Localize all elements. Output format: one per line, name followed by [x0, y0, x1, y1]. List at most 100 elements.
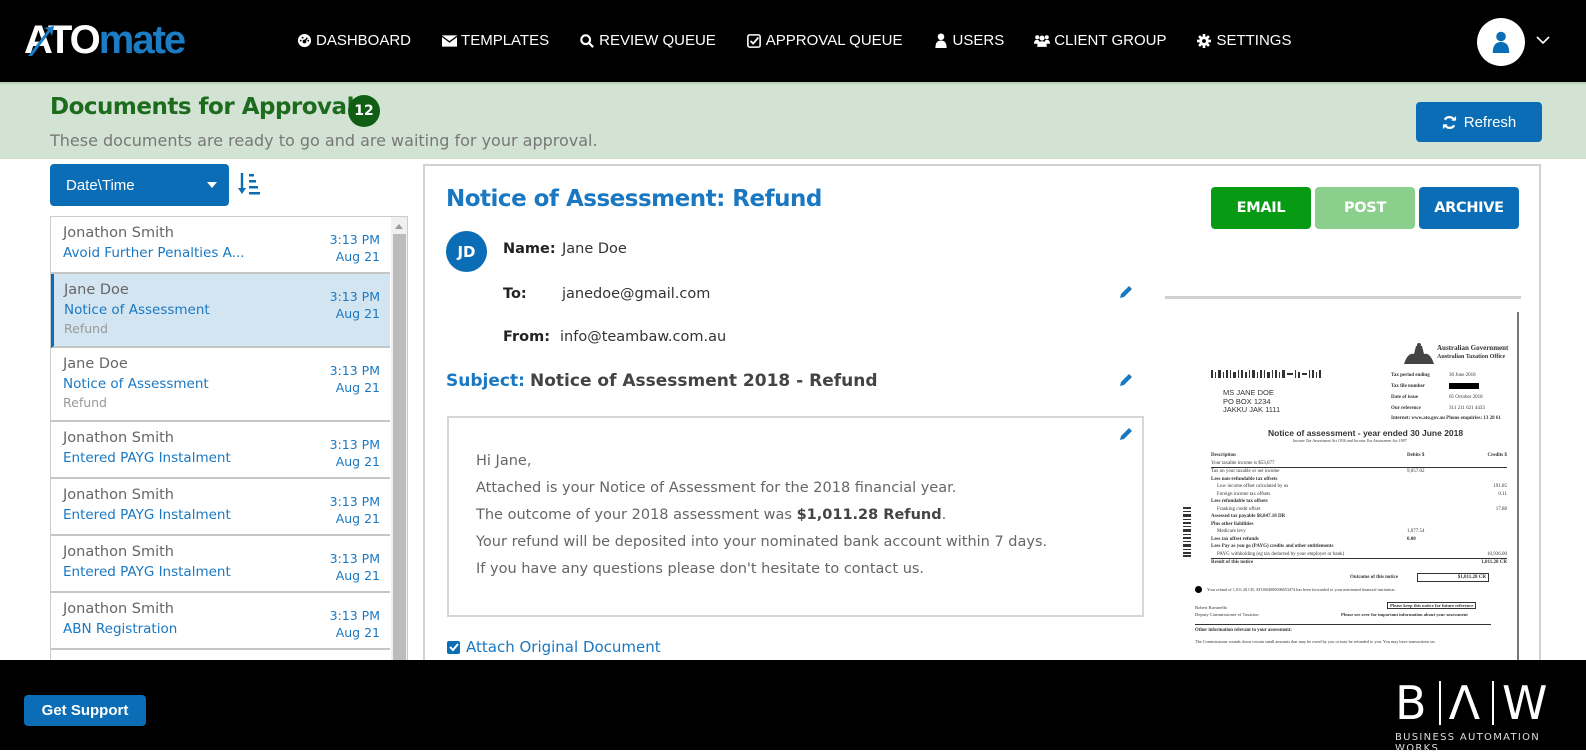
refund-note: Your refund of 1,011.28 CR, ATO004000006… [1207, 587, 1396, 592]
atomate-logo[interactable]: ATO mate [24, 17, 186, 62]
document-subject: Entered PAYG Instalment [63, 450, 231, 466]
assessment-row: Plus other liabilities [1211, 521, 1507, 529]
document-list-item[interactable]: Jonathon Smith Entered PAYG Instalment 3… [51, 479, 390, 536]
row-debit [1407, 491, 1467, 499]
preview-assessment-table: Description Debits $ Credits $ Your taxabl… [1211, 452, 1507, 567]
preview-meta-values: 30 June 2018 05 October 2018 311 211 621… [1449, 370, 1485, 414]
user-avatar-button[interactable] [1477, 18, 1525, 66]
edit-to-pencil-icon[interactable] [1118, 284, 1134, 300]
post-button[interactable]: POST [1315, 187, 1415, 229]
nav-client-group[interactable]: CLIENT GROUP [1034, 32, 1166, 49]
email-body[interactable]: Hi Jane, Attached is your Notice of Asse… [447, 416, 1144, 617]
sort-order-icon[interactable] [238, 172, 260, 196]
attach-original-document-checkbox[interactable]: Attach Original Document [447, 638, 661, 656]
barcode-icon [1211, 370, 1321, 378]
outcome-label: Outcome of this notice [1350, 575, 1398, 580]
document-subject: Notice of Assessment [63, 376, 209, 392]
row-debit [1407, 483, 1467, 491]
meta-value: 311 211 621 4433 [1449, 406, 1485, 411]
document-list-item[interactable]: Jonathon Smith ABN Registration 3:13 PM A… [51, 593, 390, 650]
row-credit: 10,936.00 [1487, 551, 1507, 557]
nav-review-queue-label: REVIEW QUEUE [599, 32, 716, 49]
baw-divider [1492, 681, 1495, 725]
check-square-icon [746, 33, 762, 49]
col-debits: Debits $ [1407, 453, 1425, 458]
document-timestamp: 3:13 PM Aug 21 [330, 362, 380, 396]
nav-approval-queue[interactable]: APPROVAL QUEUE [746, 32, 903, 49]
checkbox-checked-icon[interactable] [447, 640, 460, 654]
assessment-row: Less tax offset refunds 0.00 [1211, 536, 1507, 544]
archive-button[interactable]: ARCHIVE [1419, 187, 1519, 229]
meta-key: Date of issue [1391, 395, 1418, 400]
row-description: Medicare levy [1217, 529, 1246, 534]
refresh-button[interactable]: Refresh [1416, 102, 1542, 142]
edit-body-pencil-icon[interactable] [1118, 426, 1134, 442]
col-credits: Credits $ [1487, 453, 1508, 458]
main-nav: DASHBOARD TEMPLATES REVIEW QUEUE APPROVA… [296, 32, 1321, 49]
row-description: Less refundable tax offsets [1211, 499, 1268, 504]
assessment-row: Medicare levy 1,077.54 [1211, 528, 1507, 536]
document-subject: ABN Registration [63, 621, 178, 637]
document-list-item[interactable]: Jane Doe Notice of Assessment Refund 3:1… [51, 348, 390, 422]
document-subject: Entered PAYG Instalment [63, 507, 231, 523]
document-client-name: Jonathon Smith [63, 601, 175, 617]
edit-subject-pencil-icon[interactable] [1118, 372, 1134, 388]
see-over: Please see over for important informatio… [1341, 612, 1468, 617]
preview-meta-keys: Tax period ending Tax file number Date o… [1391, 370, 1430, 414]
document-client-name: Jane Doe [64, 282, 129, 298]
user-avatar-icon [1492, 31, 1510, 53]
preview-divider [1165, 296, 1521, 299]
nav-users-label: USERS [952, 32, 1005, 49]
preview-contact: Internet: www.ato.gov.au Phone enquiries… [1391, 416, 1501, 421]
document-list-item[interactable]: Jonathon Smith Avoid Further Penalties A… [51, 217, 390, 274]
document-time: 3:13 PM [329, 232, 380, 247]
assessment-row: Foreign income tax offsets 0.11 [1211, 491, 1507, 499]
signatory-name: Robert Ravanello [1195, 605, 1228, 610]
footer [0, 660, 1586, 750]
nav-templates-label: TEMPLATES [461, 32, 550, 49]
nav-templates[interactable]: TEMPLATES [441, 32, 549, 49]
assessment-row: Less refundable tax offsets [1211, 498, 1507, 506]
scrollbar-thumb[interactable] [393, 234, 406, 660]
document-list-scrollbar[interactable] [391, 217, 407, 660]
dropdown-caret-icon [207, 182, 217, 188]
row-debit [1407, 521, 1467, 529]
attach-label: Attach Original Document [466, 638, 661, 656]
meta-value: 05 October 2018 [1449, 395, 1483, 400]
row-debit: 0.00 [1407, 536, 1416, 542]
document-list-item-selected[interactable]: Jane Doe Notice of Assessment Refund 3:1… [51, 274, 390, 348]
refund-amount: $1,011.28 Refund [796, 507, 942, 523]
scroll-up-arrow-icon[interactable] [395, 224, 403, 229]
get-support-button[interactable]: Get Support [24, 695, 146, 726]
assessment-row: Franking credit offset 17.88 [1211, 506, 1507, 514]
document-preview[interactable]: Australian Government Australian Taxatio… [1165, 312, 1521, 662]
logo-text-mate: mate [98, 17, 186, 62]
col-description: Description [1211, 453, 1236, 458]
document-time: 3:13 PM [329, 289, 380, 304]
chevron-down-icon[interactable] [1535, 32, 1551, 48]
nav-users[interactable]: USERS [933, 32, 1005, 49]
body-line-2-suffix: . [941, 507, 947, 523]
document-client-name: Jonathon Smith [63, 430, 175, 446]
baw-letter-w: W [1502, 676, 1552, 730]
name-label: Name: [503, 241, 556, 257]
refresh-label: Refresh [1463, 113, 1517, 131]
sort-by-select[interactable]: Date\Time [50, 164, 229, 206]
nav-settings[interactable]: SETTINGS [1196, 32, 1291, 49]
nav-dashboard[interactable]: DASHBOARD [296, 32, 411, 49]
document-timestamp: 3:13 PM Aug 21 [330, 493, 380, 527]
row-credit [1467, 536, 1507, 544]
row-credit [1467, 476, 1507, 484]
document-list-item[interactable]: Jonathon Smith Entered PAYG Instalment 3… [51, 422, 390, 479]
nav-review-queue[interactable]: REVIEW QUEUE [579, 32, 716, 49]
row-debit [1407, 498, 1467, 506]
document-list-item[interactable]: Jonathon Smith Entered PAYG Instalment 3… [51, 536, 390, 593]
preview-heading: Notice of assessment - year ended 30 Jun… [1268, 428, 1464, 438]
row-description: Your taxable income is $53,677 [1211, 460, 1275, 466]
document-subtype: Refund [63, 395, 107, 410]
document-timestamp: 3:13 PM Aug 21 [330, 436, 380, 470]
email-button[interactable]: EMAIL [1211, 187, 1311, 229]
info-alert-icon [1195, 586, 1202, 593]
row-description: Less non-refundable tax offsets [1211, 476, 1278, 482]
baw-divider [1438, 681, 1441, 725]
